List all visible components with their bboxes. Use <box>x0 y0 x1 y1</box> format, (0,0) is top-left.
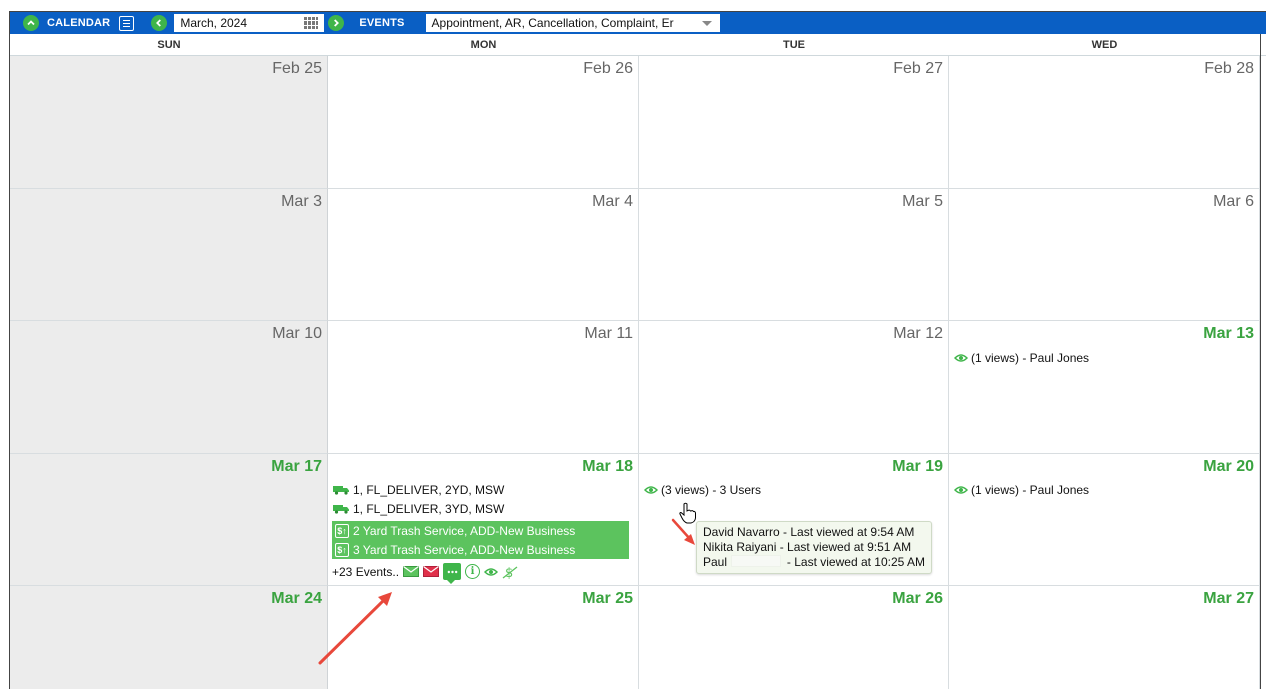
day-number: Mar 5 <box>902 193 943 210</box>
more-events-row: +23 Events.. i $ <box>332 563 518 584</box>
event-bar-text: 2 Yard Trash Service, ADD-New Business <box>353 523 576 538</box>
event-bar[interactable]: $↑ 2 Yard Trash Service, ADD-New Busines… <box>332 521 629 540</box>
views-text: (3 views) - 3 Users <box>661 483 762 497</box>
events-label: EVENTS <box>359 17 405 29</box>
event-text: 1, FL_DELIVER, 3YD, MSW <box>353 502 505 516</box>
dollar-icon: $↑ <box>335 523 349 538</box>
calendar-grid-icon[interactable] <box>304 17 319 29</box>
day-number: Mar 17 <box>271 458 322 475</box>
day-number: Feb 28 <box>1204 60 1254 77</box>
day-number: Mar 19 <box>892 458 943 475</box>
day-cell[interactable]: Mar 12 <box>639 321 949 454</box>
day-cell[interactable]: Feb 25 <box>10 56 328 189</box>
weekday-header: SUN MON TUE WED <box>10 34 1266 56</box>
views-indicator[interactable]: (3 views) - 3 Users <box>644 483 761 497</box>
day-number: Mar 13 <box>1203 325 1254 342</box>
day-number: Mar 3 <box>281 193 322 210</box>
day-cell[interactable]: Mar 17 <box>10 454 328 586</box>
calendar-label: CALENDAR <box>47 17 111 29</box>
viewer-row: David Navarro - Last viewed at 9:54 AM <box>703 525 915 539</box>
month-picker-value: March, 2024 <box>180 16 248 30</box>
event-bar[interactable]: $↑ 3 Yard Trash Service, ADD-New Busines… <box>332 540 629 559</box>
calendar-toolbar: CALENDAR March, 2024 EVENTS Appointment,… <box>10 12 1266 34</box>
chevron-left-icon[interactable] <box>151 15 168 31</box>
right-border <box>1260 34 1261 689</box>
day-cell[interactable]: Mar 27 <box>949 586 1260 689</box>
day-cell[interactable]: Feb 26 <box>328 56 639 189</box>
eye-icon <box>954 354 968 362</box>
event-bar-text: 3 Yard Trash Service, ADD-New Business <box>353 542 576 557</box>
event-item[interactable]: 1, FL_DELIVER, 2YD, MSW <box>333 483 504 497</box>
event-item[interactable]: 1, FL_DELIVER, 3YD, MSW <box>333 502 504 516</box>
day-number: Mar 12 <box>893 325 943 342</box>
weekday-mon: MON <box>470 39 497 51</box>
day-number: Mar 20 <box>1203 458 1254 475</box>
day-number: Mar 11 <box>584 325 633 342</box>
eye-icon <box>644 486 658 494</box>
chat-icon[interactable] <box>443 563 462 584</box>
day-cell[interactable]: Feb 27 <box>639 56 949 189</box>
day-cell[interactable]: Mar 5 <box>639 189 949 321</box>
day-cell[interactable]: Feb 28 <box>949 56 1260 189</box>
viewer-time: - Last viewed at 10:25 AM <box>786 555 925 569</box>
more-events-link[interactable]: +23 Events.. <box>332 565 399 579</box>
truck-icon <box>333 486 349 495</box>
list-view-icon[interactable] <box>119 15 135 31</box>
month-picker-input[interactable]: March, 2024 <box>174 14 325 32</box>
event-text: 1, FL_DELIVER, 2YD, MSW <box>353 483 505 497</box>
viewer-row: Nikita Raiyani - Last viewed at 9:51 AM <box>703 540 912 554</box>
day-cell[interactable]: Mar 25 <box>328 586 639 689</box>
day-cell[interactable]: Mar 10 <box>10 321 328 454</box>
day-cell[interactable]: Mar 3 <box>10 189 328 321</box>
weekday-tue: TUE <box>783 39 805 51</box>
events-filter-value: Appointment, AR, Cancellation, Complaint… <box>431 16 674 30</box>
views-indicator[interactable]: (1 views) - Paul Jones <box>954 483 1089 497</box>
viewer-row: Paul - Last viewed at 10:25 AM <box>703 555 925 570</box>
day-cell[interactable]: Mar 26 <box>639 586 949 689</box>
no-dollar-icon[interactable]: $ <box>502 564 518 580</box>
day-cell[interactable]: Mar 4 <box>328 189 639 321</box>
info-icon[interactable]: i <box>465 564 481 579</box>
day-cell[interactable]: Mar 13 (1 views) - Paul Jones <box>949 321 1260 454</box>
mail-icon[interactable] <box>403 566 420 577</box>
day-number: Mar 10 <box>272 325 322 342</box>
eye-icon <box>954 486 968 494</box>
views-text: (1 views) - Paul Jones <box>971 483 1090 497</box>
day-number: Mar 26 <box>892 590 943 607</box>
day-number: Feb 27 <box>893 60 943 77</box>
dollar-icon: $↑ <box>335 542 349 557</box>
dropdown-arrow-icon[interactable] <box>701 21 712 26</box>
weekday-wed: WED <box>1091 39 1118 51</box>
day-number: Feb 25 <box>272 60 322 77</box>
events-filter-select[interactable]: Appointment, AR, Cancellation, Complaint… <box>425 14 720 32</box>
chevron-up-icon[interactable] <box>23 15 39 31</box>
day-number: Feb 26 <box>583 60 633 77</box>
day-number: Mar 18 <box>582 458 633 475</box>
day-number: Mar 27 <box>1203 590 1254 607</box>
view-icon[interactable] <box>484 567 499 577</box>
day-number: Mar 6 <box>1213 193 1254 210</box>
views-text: (1 views) - Paul Jones <box>971 351 1090 365</box>
day-cell[interactable]: Mar 11 <box>328 321 639 454</box>
day-number: Mar 4 <box>592 193 633 210</box>
calendar-frame: CALENDAR March, 2024 EVENTS Appointment,… <box>9 11 1266 689</box>
day-cell[interactable]: Mar 18 1, FL_DELIVER, 2YD, MSW 1, FL_DEL… <box>328 454 639 586</box>
weekday-sun: SUN <box>157 39 181 51</box>
redaction-box <box>731 555 781 567</box>
views-indicator[interactable]: (1 views) - Paul Jones <box>954 351 1089 365</box>
day-cell[interactable]: Mar 24 <box>10 586 328 689</box>
viewers-tooltip: David Navarro - Last viewed at 9:54 AM N… <box>696 521 932 574</box>
mail-unread-icon[interactable] <box>423 566 440 577</box>
day-number: Mar 24 <box>271 590 322 607</box>
chevron-right-icon[interactable] <box>328 15 345 31</box>
viewer-name: Paul <box>703 555 728 569</box>
day-cell[interactable]: Mar 20 (1 views) - Paul Jones <box>949 454 1260 586</box>
day-cell[interactable]: Mar 6 <box>949 189 1260 321</box>
hand-cursor-icon <box>679 502 696 524</box>
truck-icon <box>333 505 349 514</box>
day-number: Mar 25 <box>582 590 633 607</box>
